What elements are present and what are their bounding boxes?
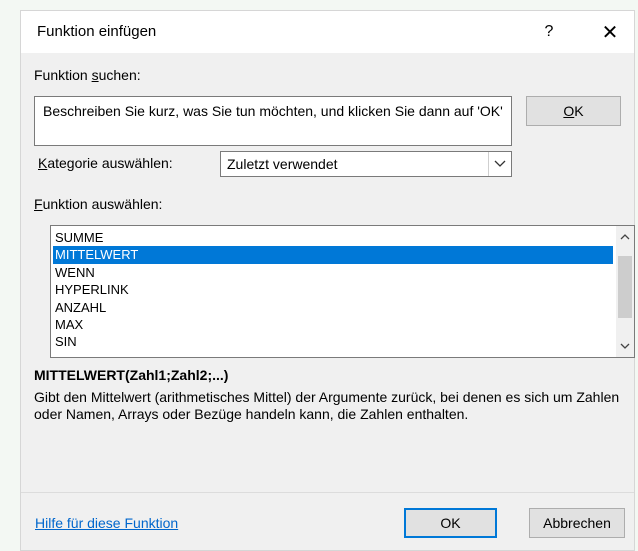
function-description: Gibt den Mittelwert (arithmetisches Mitt…	[34, 389, 620, 422]
function-list-label: Funktion auswählen:	[34, 196, 163, 212]
category-label: Kategorie auswählen:	[38, 155, 173, 171]
title-bar: Funktion einfügen ? ✕	[21, 11, 634, 53]
function-listbox[interactable]: SUMME MITTELWERT WENN HYPERLINK ANZAHL MAX SIN	[50, 225, 635, 358]
search-input-text: Beschreiben Sie kurz, was Sie tun möchte…	[43, 103, 503, 119]
function-list-item[interactable]: ANZAHL	[53, 299, 613, 316]
chevron-down-icon[interactable]	[488, 152, 511, 176]
close-button[interactable]: ✕	[587, 15, 633, 49]
help-button[interactable]: ?	[526, 15, 572, 49]
function-list-item[interactable]: SIN	[53, 333, 613, 350]
function-list-item[interactable]: MITTELWERT	[53, 246, 613, 264]
function-list-item[interactable]: HYPERLINK	[53, 281, 613, 298]
cancel-button[interactable]: Abbrechen	[529, 508, 625, 538]
close-icon: ✕	[601, 21, 619, 44]
function-signature: MITTELWERT(Zahl1;Zahl2;...)	[34, 367, 229, 383]
function-list-item[interactable]: WENN	[53, 264, 613, 281]
function-list-item[interactable]: MAX	[53, 316, 613, 333]
search-label: Funktion suchen:	[34, 67, 141, 83]
help-for-function-link[interactable]: Hilfe für diese Funktion	[35, 515, 178, 531]
scroll-down-icon[interactable]	[616, 337, 634, 355]
question-mark-icon: ?	[544, 23, 554, 40]
category-selected-value: Zuletzt verwendet	[227, 156, 338, 172]
function-list-item[interactable]: SUMME	[53, 229, 613, 246]
category-select[interactable]: Zuletzt verwendet	[220, 151, 512, 177]
ok-button[interactable]: OK	[404, 508, 497, 538]
function-search-input[interactable]: Beschreiben Sie kurz, was Sie tun möchte…	[34, 96, 512, 146]
scroll-up-icon[interactable]	[616, 228, 634, 246]
search-go-button[interactable]: OK	[526, 96, 621, 126]
footer-divider	[21, 492, 634, 493]
function-list-scrollbar[interactable]	[616, 226, 634, 357]
function-list-items: SUMME MITTELWERT WENN HYPERLINK ANZAHL MAX SIN	[53, 229, 613, 351]
dialog-title: Funktion einfügen	[37, 23, 157, 40]
background: Funktion einfügen ? ✕ Funktion suchen: B…	[0, 0, 638, 551]
insert-function-dialog: Funktion einfügen ? ✕ Funktion suchen: B…	[20, 10, 635, 551]
scroll-thumb[interactable]	[618, 256, 632, 318]
